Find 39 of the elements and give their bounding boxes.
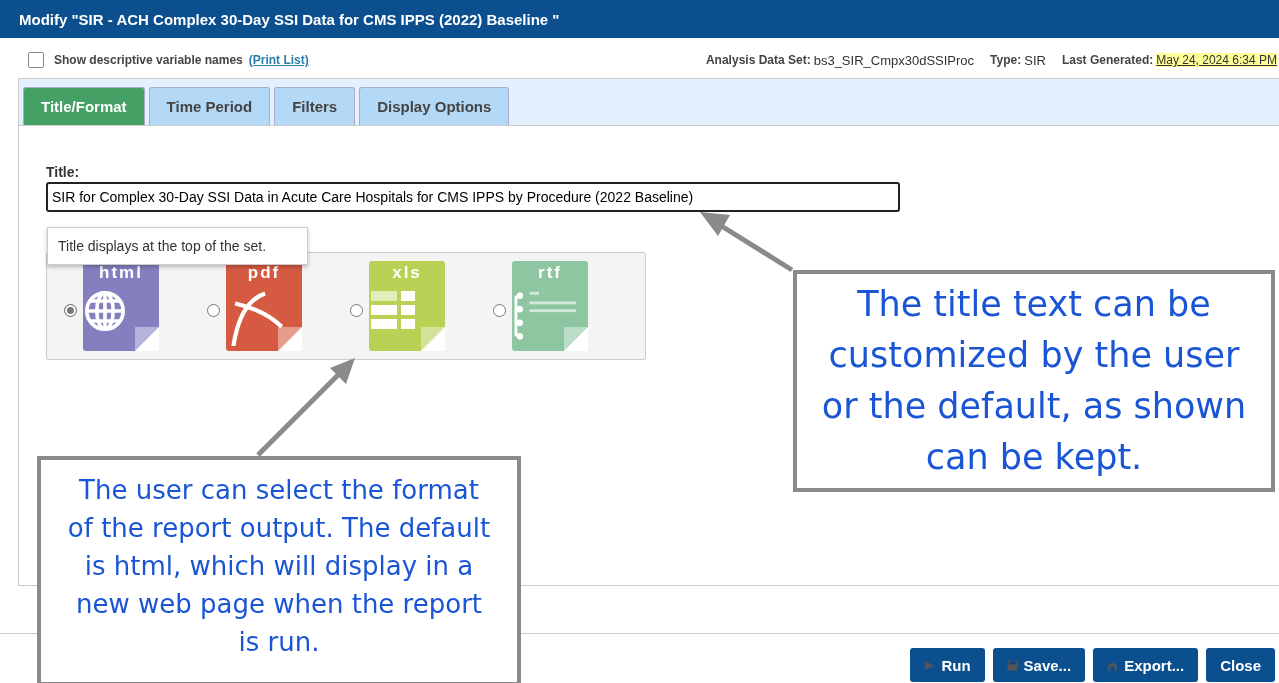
format-label: html [99,263,143,283]
text-lines-icon [514,291,576,341]
callout-text: The title text can be customized by the user or the default, as shown can be kept. [793,270,1275,492]
info-value: bs3_SIR_Cmpx30dSSIProc [813,52,975,68]
title-input[interactable]: SIR for Complex 30-Day SSI Data in Acute Care Hospitals for CMS IPPS by Procedure (2022 Baseline) [46,182,900,212]
format-label: pdf [247,263,281,283]
print-list-link[interactable]: (Print List) [248,53,309,67]
folded-corner [278,327,302,351]
checkbox[interactable] [28,52,44,68]
tab[interactable]: Time Period [148,87,271,125]
tooltip: Title displays at the top of the set. [47,227,308,265]
save-icon [1006,659,1018,671]
radio-button[interactable] [64,303,77,317]
radio-button[interactable] [350,303,363,317]
folded-corner [564,327,588,351]
globe-icon [85,291,125,331]
checkbox-label: Show descriptive variable names [54,53,243,67]
footer-button[interactable]: Save... [992,648,1086,682]
footer-button[interactable]: Run [910,648,985,682]
info-label: Type: [990,53,1022,67]
radio-button[interactable] [493,303,506,317]
footer-button[interactable]: Close [1206,648,1275,682]
play-icon [924,659,936,671]
folded-corner [421,327,445,351]
format-label: rtf [538,263,562,283]
footer-button[interactable]: Export... [1093,648,1199,682]
window-title: Modify "SIR - ACH Complex 30-Day SSI Data for CMS IPPS (2022) Baseline " [19,10,560,28]
tab[interactable]: Display Options [359,87,510,125]
tab[interactable]: Filters [274,87,356,125]
info-value: SIR [1024,52,1046,68]
spreadsheet-icon [371,291,415,329]
format-label: xls [392,263,422,283]
title-label: Title: [46,164,81,180]
info-label: Last Generated: [1061,53,1154,67]
folded-corner [135,327,159,351]
info-label: Analysis Data Set: [705,53,811,67]
callout-text: The user can select the format of the report output. The default is html, which will display in a new web page when the report is run. [37,456,521,683]
info-value[interactable]: May 24, 2024 6:34 PM [1156,53,1277,67]
radio-button[interactable] [207,303,220,317]
